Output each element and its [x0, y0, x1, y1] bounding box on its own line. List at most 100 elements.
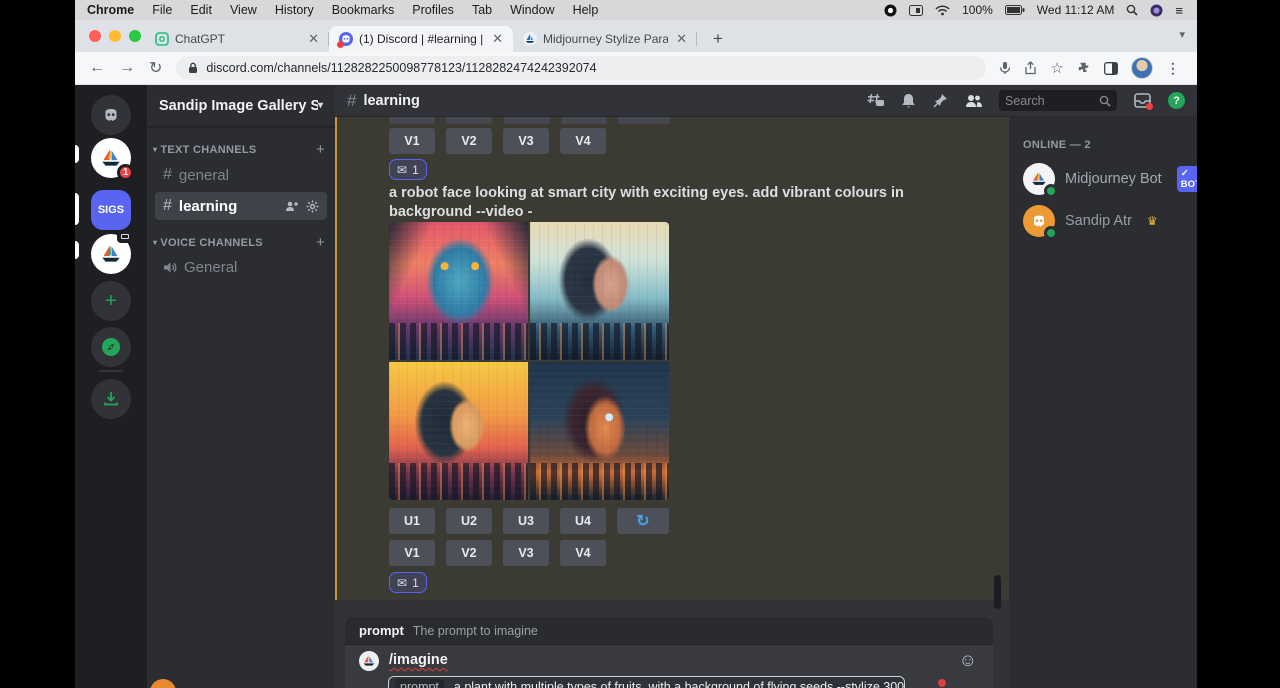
- emoji-picker-icon[interactable]: ☺: [959, 650, 977, 671]
- create-channel-icon[interactable]: +: [316, 141, 325, 158]
- add-server-button[interactable]: +: [91, 281, 131, 321]
- menu-profiles[interactable]: Profiles: [412, 3, 454, 17]
- envelope-reaction[interactable]: ✉ 1: [389, 159, 427, 180]
- user-panel-avatar[interactable]: [150, 679, 176, 688]
- grid-image-3[interactable]: [389, 362, 528, 500]
- cut-button-sliver[interactable]: [446, 117, 492, 124]
- invite-people-icon[interactable]: [285, 200, 299, 212]
- reroll-button[interactable]: ↻: [617, 508, 669, 534]
- v2-button[interactable]: V2: [446, 128, 492, 154]
- tab-discord[interactable]: (1) Discord | #learning | Sandi ✕: [329, 26, 513, 52]
- channel-learning[interactable]: # learning: [155, 192, 327, 220]
- record-icon[interactable]: [884, 4, 897, 17]
- v1-button[interactable]: V1: [389, 128, 435, 154]
- lock-icon[interactable]: [188, 62, 198, 74]
- pinned-messages-icon[interactable]: [933, 93, 948, 108]
- wifi-icon[interactable]: [935, 5, 950, 16]
- side-panel-icon[interactable]: [1104, 62, 1118, 75]
- discord-home-button[interactable]: [91, 95, 131, 135]
- cut-button-sliver[interactable]: [504, 117, 550, 124]
- imagine-command[interactable]: /imagine: [389, 652, 448, 668]
- threads-icon[interactable]: [867, 93, 884, 108]
- profile-avatar[interactable]: [1131, 57, 1153, 79]
- u2-button[interactable]: U2: [446, 508, 492, 534]
- mic-icon[interactable]: [999, 61, 1011, 75]
- chrome-menu-dots-icon[interactable]: ⋮: [1166, 60, 1180, 77]
- cut-button-sliver[interactable]: [389, 117, 435, 124]
- server-header[interactable]: Sandip Image Gallery Se... ▾: [147, 85, 335, 127]
- close-tab-icon[interactable]: ✕: [306, 31, 321, 47]
- cut-button-sliver[interactable]: [561, 117, 607, 124]
- spotlight-search-icon[interactable]: [1126, 4, 1138, 16]
- v4-button[interactable]: V4: [560, 540, 606, 566]
- menu-app-name[interactable]: Chrome: [87, 3, 134, 17]
- menu-list-icon[interactable]: ≡: [1175, 3, 1183, 18]
- command-autocomplete-popup[interactable]: prompt The prompt to imagine: [345, 617, 993, 645]
- extensions-puzzle-icon[interactable]: [1077, 61, 1091, 75]
- bookmark-star-icon[interactable]: ☆: [1050, 59, 1063, 77]
- v3-button[interactable]: V3: [503, 540, 549, 566]
- cut-button-sliver[interactable]: [618, 117, 670, 124]
- grid-image-2[interactable]: [530, 222, 669, 360]
- help-icon[interactable]: ?: [1168, 92, 1185, 109]
- control-center-icon[interactable]: [1150, 4, 1163, 17]
- v4-button[interactable]: V4: [560, 128, 606, 154]
- menu-file[interactable]: File: [152, 3, 172, 17]
- back-button[interactable]: ←: [89, 59, 105, 77]
- notifications-bell-icon[interactable]: [901, 93, 916, 109]
- u4-button[interactable]: U4: [560, 508, 606, 534]
- share-icon[interactable]: [1024, 61, 1037, 75]
- member-list-icon[interactable]: [965, 94, 983, 108]
- server-dropdown-chevron-icon: ▾: [318, 100, 323, 111]
- member-row-midjourney-bot[interactable]: Midjourney Bot ✓ BOT: [1021, 159, 1189, 199]
- minimize-window-button[interactable]: [109, 30, 121, 42]
- download-apps-button[interactable]: [91, 379, 131, 419]
- tab-search-chevron-icon[interactable]: ▾: [1179, 28, 1185, 41]
- zoom-window-button[interactable]: [129, 30, 141, 42]
- menu-window[interactable]: Window: [510, 3, 554, 17]
- forward-button[interactable]: →: [119, 59, 135, 77]
- menu-edit[interactable]: Edit: [190, 3, 212, 17]
- member-row-sandip-atr[interactable]: Sandip Atr ♛: [1021, 201, 1189, 241]
- grid-image-4[interactable]: [530, 362, 669, 500]
- close-window-button[interactable]: [89, 30, 101, 42]
- inbox-icon[interactable]: [1134, 93, 1151, 108]
- chat-scrollbar[interactable]: [994, 575, 1001, 609]
- channel-settings-gear-icon[interactable]: [306, 200, 319, 213]
- text-channels-section[interactable]: ▾ TEXT CHANNELS +: [147, 141, 335, 158]
- url-bar[interactable]: discord.com/channels/1128282250098778123…: [176, 56, 986, 80]
- menu-help[interactable]: Help: [573, 3, 599, 17]
- search-input[interactable]: [1005, 94, 1099, 108]
- channel-general[interactable]: # general: [155, 161, 327, 189]
- server-sailboat-1[interactable]: 1: [91, 138, 131, 178]
- u3-button[interactable]: U3: [503, 508, 549, 534]
- close-tab-icon[interactable]: ✕: [490, 31, 505, 47]
- tab-chatgpt[interactable]: ChatGPT ✕: [145, 26, 329, 52]
- envelope-reaction[interactable]: ✉ 1: [389, 572, 427, 593]
- voice-channel-general[interactable]: General: [155, 254, 327, 281]
- prompt-input-field[interactable]: prompt a plant with multiple types of fr…: [388, 676, 905, 688]
- server-sigs[interactable]: SIGS: [91, 190, 131, 230]
- close-tab-icon[interactable]: ✕: [674, 31, 689, 47]
- reload-button[interactable]: ↻: [149, 58, 162, 78]
- server-sailboat-2[interactable]: [91, 234, 131, 274]
- tab-midjourney[interactable]: Midjourney Stylize Parameter ✕: [513, 26, 697, 52]
- menu-view[interactable]: View: [230, 3, 257, 17]
- u1-button[interactable]: U1: [389, 508, 435, 534]
- voice-channels-section[interactable]: ▾ VOICE CHANNELS +: [147, 234, 335, 251]
- menu-tab[interactable]: Tab: [472, 3, 492, 17]
- new-tab-button[interactable]: +: [707, 29, 729, 52]
- menu-bookmarks[interactable]: Bookmarks: [332, 3, 395, 17]
- search-box[interactable]: [999, 90, 1117, 111]
- grid-image-1[interactable]: [389, 222, 528, 360]
- menubar-clock[interactable]: Wed 11:12 AM: [1037, 3, 1115, 17]
- v2-button[interactable]: V2: [446, 540, 492, 566]
- window-icon[interactable]: [909, 5, 923, 16]
- explore-servers-button[interactable]: [91, 327, 131, 367]
- message-composer[interactable]: /imagine ☺ prompt a plant with multiple …: [345, 645, 993, 688]
- v3-button[interactable]: V3: [503, 128, 549, 154]
- menu-history[interactable]: History: [275, 3, 314, 17]
- midjourney-image-grid[interactable]: [389, 222, 669, 500]
- v1-button[interactable]: V1: [389, 540, 435, 566]
- create-channel-icon[interactable]: +: [316, 234, 325, 251]
